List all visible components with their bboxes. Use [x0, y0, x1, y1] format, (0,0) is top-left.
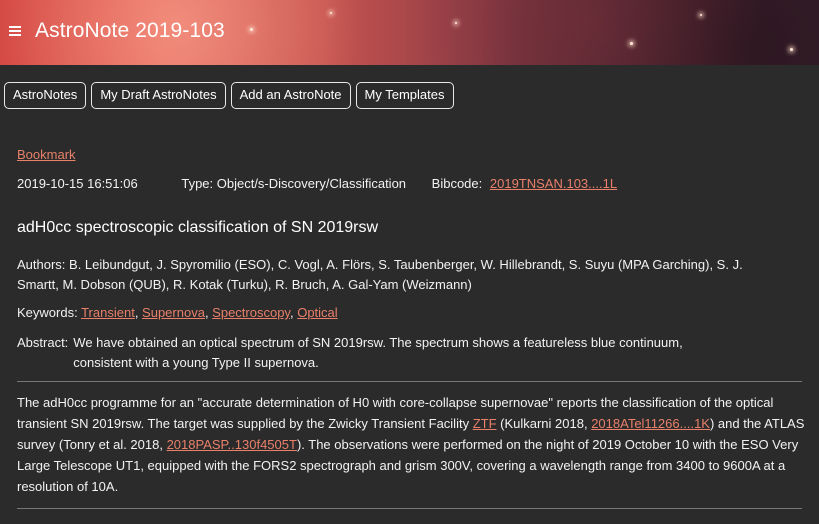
keyword-optical[interactable]: Optical	[297, 305, 337, 320]
keyword-transient[interactable]: Transient	[81, 305, 135, 320]
ztf-link[interactable]: ZTF	[473, 416, 497, 431]
abstract: Abstract: We have obtained an optical sp…	[17, 333, 737, 373]
bibcode-link[interactable]: 2019TNSAN.103....1L	[490, 176, 617, 191]
star-decoration	[250, 28, 253, 31]
note-meta: 2019-10-15 16:51:06 Type: Object/s-Disco…	[17, 176, 617, 191]
bookmark-link[interactable]: Bookmark	[17, 147, 76, 162]
keyword-supernova[interactable]: Supernova	[142, 305, 205, 320]
top-nav: AstroNotes My Draft AstroNotes Add an As…	[4, 82, 454, 109]
divider	[17, 381, 802, 382]
keywords: Keywords: Transient, Supernova, Spectros…	[17, 305, 338, 320]
body-text-2: (Kulkarni 2018,	[496, 416, 592, 431]
page-title: AstroNote 2019-103	[35, 19, 225, 42]
star-decoration	[700, 14, 702, 16]
star-decoration	[790, 48, 793, 51]
divider	[17, 508, 802, 509]
timestamp: 2019-10-15 16:51:06	[17, 176, 138, 191]
my-templates-button[interactable]: My Templates	[355, 82, 454, 109]
note-title: adH0cc spectroscopic classification of S…	[17, 219, 379, 236]
add-astronote-button[interactable]: Add an AstroNote	[230, 82, 351, 109]
hamburger-menu-icon[interactable]	[9, 26, 21, 36]
star-decoration	[455, 22, 457, 24]
star-decoration	[330, 12, 332, 14]
header-banner: AstroNote 2019-103	[0, 0, 819, 65]
keywords-label: Keywords:	[17, 305, 78, 320]
star-decoration	[630, 42, 633, 45]
authors: Authors: B. Leibundgut, J. Spyromilio (E…	[17, 257, 743, 292]
pasp-link[interactable]: 2018PASP..130f4505T	[167, 437, 297, 452]
abstract-label: Abstract:	[17, 335, 69, 350]
astronotes-button[interactable]: AstroNotes	[4, 82, 87, 109]
abstract-text: We have obtained an optical spectrum of …	[73, 335, 683, 370]
bibcode-label: Bibcode:	[431, 176, 483, 191]
my-draft-astronotes-button[interactable]: My Draft AstroNotes	[91, 82, 226, 109]
atel-link[interactable]: 2018ATel11266....1K	[591, 416, 710, 431]
note-body: The adH0cc programme for an "accurate de…	[17, 392, 807, 497]
keyword-spectroscopy[interactable]: Spectroscopy	[212, 305, 290, 320]
note-type: Type: Object/s-Discovery/Classification	[181, 176, 407, 191]
